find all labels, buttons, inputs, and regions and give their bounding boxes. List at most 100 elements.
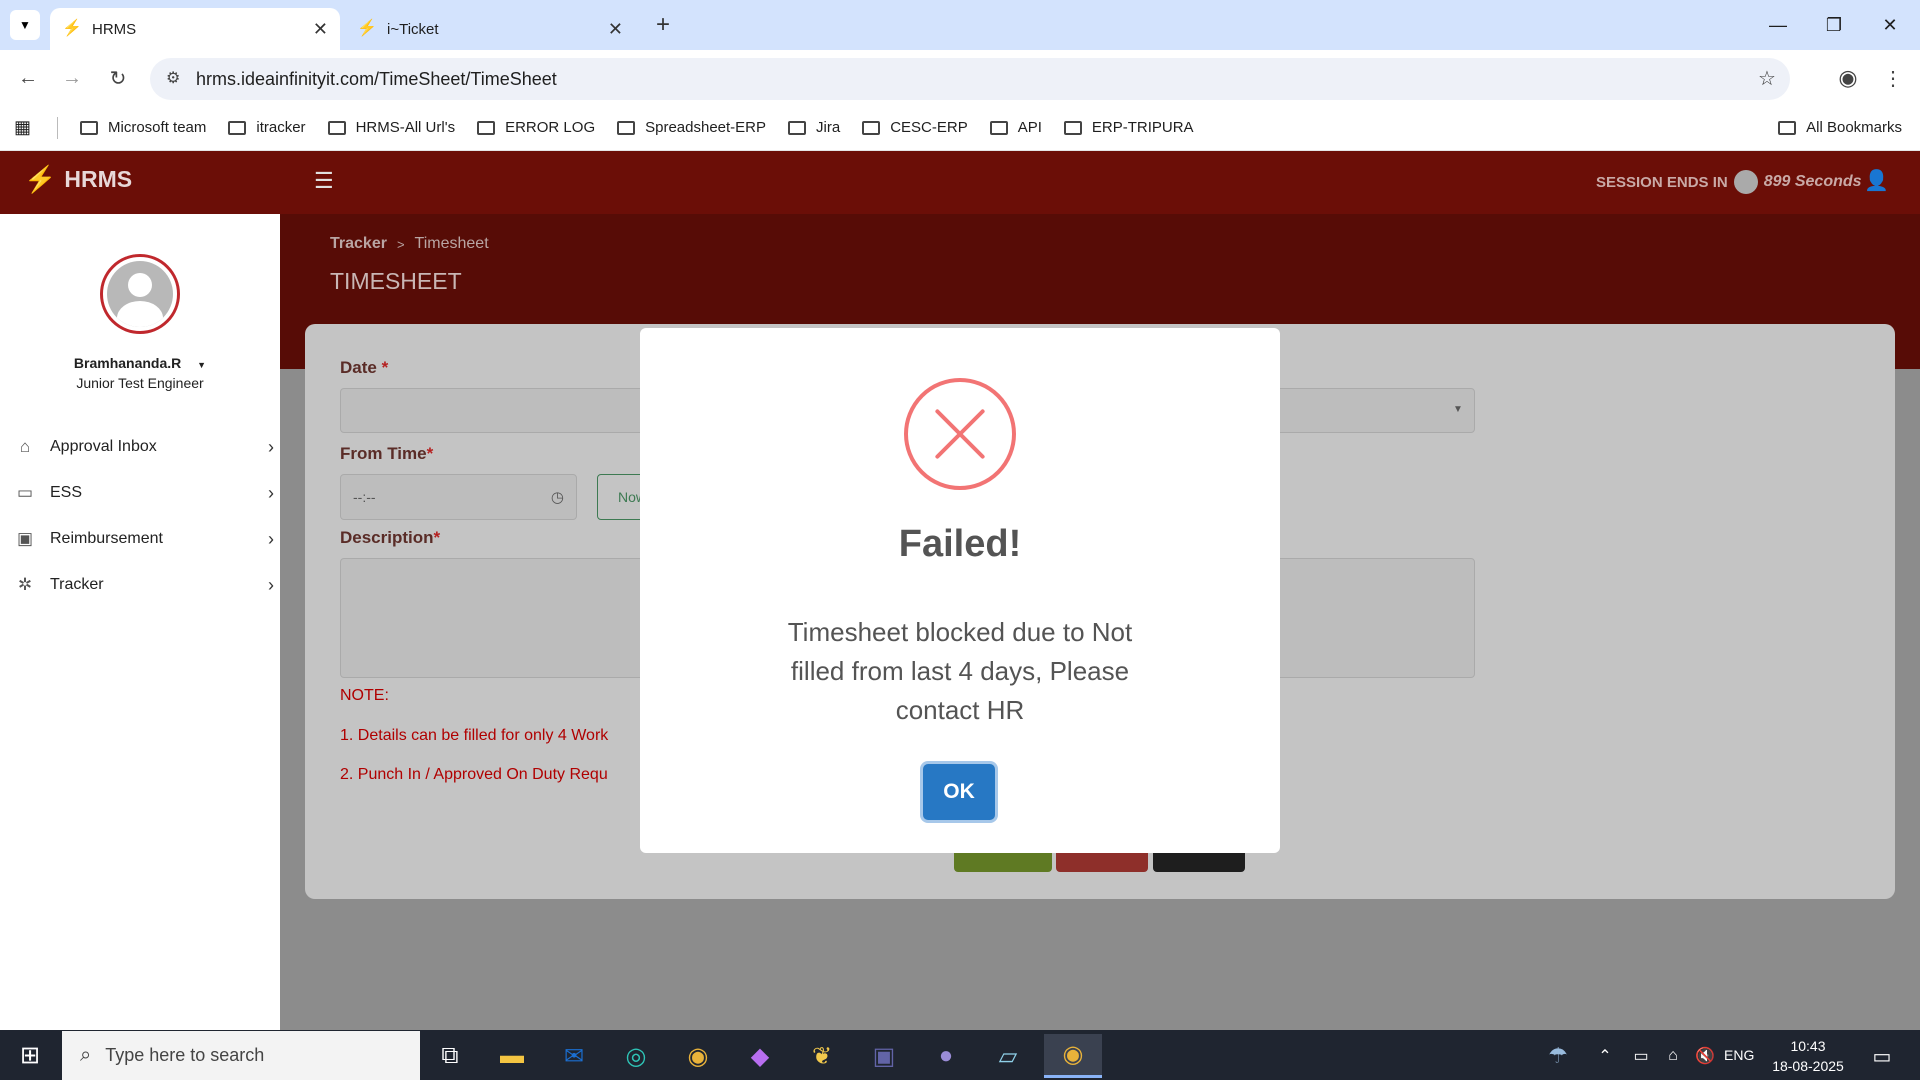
dropdown-caret-icon: ▼ bbox=[1453, 404, 1463, 415]
user-name[interactable]: Bramhananda.R ▼ bbox=[0, 355, 280, 371]
site-info-icon[interactable]: ⚙ bbox=[166, 68, 180, 88]
all-bookmarks[interactable]: All Bookmarks bbox=[1778, 119, 1902, 136]
iticket-favicon-icon: ⚡ bbox=[357, 20, 377, 37]
restore-icon[interactable]: ❐ bbox=[1806, 0, 1862, 50]
bookmark-cesc-erp[interactable]: CESC-ERP bbox=[862, 119, 968, 136]
logo-icon: ⚡ bbox=[24, 164, 57, 194]
avatar[interactable] bbox=[100, 254, 180, 334]
chevron-right-icon: › bbox=[268, 528, 274, 549]
close-tab-icon[interactable]: ✕ bbox=[608, 19, 623, 40]
menu-kebab-icon[interactable]: ⋮ bbox=[1875, 60, 1911, 96]
tab-hrms[interactable]: ⚡ HRMS ✕ bbox=[50, 8, 340, 50]
folder-icon bbox=[989, 120, 1008, 135]
eclipse-icon[interactable]: ● bbox=[920, 1034, 972, 1078]
clock[interactable]: 10:43 18-08-2025 bbox=[1760, 1036, 1856, 1076]
chevron-right-icon: › bbox=[268, 436, 274, 457]
chevron-right-icon: › bbox=[268, 574, 274, 595]
divider bbox=[57, 116, 59, 139]
folder-icon bbox=[228, 120, 247, 135]
bookmark-jira[interactable]: Jira bbox=[788, 119, 840, 136]
notepad-icon[interactable]: ▱ bbox=[982, 1034, 1034, 1078]
breadcrumb: Tracker > Timesheet bbox=[330, 235, 489, 253]
task-view-icon[interactable]: ⧉ bbox=[424, 1034, 476, 1078]
note-heading: NOTE: bbox=[340, 687, 389, 704]
user-avatar-icon bbox=[107, 261, 173, 327]
minimize-icon[interactable]: — bbox=[1750, 0, 1806, 50]
bookmark-spreadsheet-erp[interactable]: Spreadsheet-ERP bbox=[617, 119, 766, 136]
notifications-icon[interactable]: ▭ bbox=[1856, 1034, 1908, 1078]
chrome-icon[interactable]: ◉ bbox=[672, 1034, 724, 1078]
bookmark-microsoft-team[interactable]: Microsoft team bbox=[80, 119, 206, 136]
apps-grid-icon[interactable]: ▦ bbox=[14, 117, 31, 138]
folder-icon bbox=[617, 120, 636, 135]
error-dialog: Failed! Timesheet blocked due to Not fil… bbox=[640, 328, 1280, 853]
bookmark-star-icon[interactable]: ☆ bbox=[1758, 66, 1776, 91]
monitor-icon: ▭ bbox=[16, 483, 34, 502]
battery-icon[interactable]: ▭ bbox=[1628, 1034, 1654, 1078]
bookmark-hrms-all-urls[interactable]: HRMS-All Url's bbox=[327, 119, 455, 136]
back-icon[interactable]: ← bbox=[10, 60, 46, 96]
sidebar-item-approval-inbox[interactable]: ⌂ Approval Inbox › bbox=[14, 432, 274, 462]
home-icon: ⌂ bbox=[19, 437, 31, 456]
bookmark-erp-tripura[interactable]: ERP-TRIPURA bbox=[1063, 119, 1194, 136]
network-icon[interactable]: ⌂ bbox=[1660, 1034, 1686, 1078]
butterfly-app-icon[interactable]: ❦ bbox=[796, 1034, 848, 1078]
clock-icon[interactable]: ◷ bbox=[551, 488, 564, 506]
error-x-icon bbox=[904, 378, 1016, 490]
bookmark-itracker[interactable]: itracker bbox=[228, 119, 306, 136]
language-indicator[interactable]: ENG bbox=[1724, 1047, 1754, 1063]
date-label: Date * bbox=[340, 358, 389, 377]
money-icon: ▣ bbox=[16, 529, 34, 548]
outlook-icon[interactable]: ✉ bbox=[548, 1034, 600, 1078]
hrms-logo[interactable]: ⚡ HRMS bbox=[24, 164, 132, 195]
forward-icon[interactable]: → bbox=[54, 60, 90, 96]
description-label: Description* bbox=[340, 528, 441, 547]
tab-list-button[interactable]: ▼ bbox=[10, 10, 40, 40]
folder-icon bbox=[477, 120, 496, 135]
folder-icon bbox=[788, 120, 807, 135]
new-tab-button[interactable]: + bbox=[650, 10, 676, 40]
copilot-icon[interactable]: ◆ bbox=[734, 1034, 786, 1078]
from-time-label: From Time* bbox=[340, 444, 434, 463]
teams-icon[interactable]: ▣ bbox=[858, 1034, 910, 1078]
chrome-active-icon[interactable]: ◉ bbox=[1044, 1034, 1102, 1078]
page-title: TIMESHEET bbox=[330, 268, 462, 294]
windows-start-icon[interactable]: ⊞ bbox=[0, 1030, 60, 1080]
folder-icon bbox=[1063, 120, 1082, 135]
dialog-title: Failed! bbox=[898, 523, 1022, 565]
user-menu-caret-icon[interactable]: ▼ bbox=[197, 360, 206, 370]
dialog-message: Timesheet blocked due to Not filled from… bbox=[787, 617, 1133, 725]
hamburger-menu-icon[interactable]: ☰ bbox=[314, 168, 334, 194]
file-explorer-icon[interactable]: ▬ bbox=[486, 1034, 538, 1078]
sidebar-item-tracker[interactable]: ✲ Tracker › bbox=[14, 570, 274, 600]
tray-overflow-icon[interactable]: ⌃ bbox=[1592, 1034, 1618, 1078]
folder-icon bbox=[1778, 120, 1797, 135]
breadcrumb-current: Timesheet bbox=[414, 235, 489, 252]
weather-icon[interactable]: ☂ bbox=[1532, 1034, 1584, 1078]
close-window-icon[interactable]: ✕ bbox=[1862, 0, 1918, 50]
ok-button[interactable]: OK bbox=[923, 764, 995, 820]
bookmarks-bar: ▦ Microsoft team itracker HRMS-All Url's… bbox=[0, 105, 1920, 151]
user-profile-icon[interactable]: 👤 bbox=[1864, 168, 1889, 193]
chevron-right-icon: › bbox=[268, 482, 274, 503]
folder-icon bbox=[862, 120, 881, 135]
bookmark-api[interactable]: API bbox=[989, 119, 1042, 136]
volume-muted-icon[interactable]: 🔇 bbox=[1692, 1034, 1718, 1078]
tracker-icon: ✲ bbox=[17, 575, 33, 594]
bookmark-error-log[interactable]: ERROR LOG bbox=[477, 119, 595, 136]
close-tab-icon[interactable]: ✕ bbox=[313, 19, 328, 40]
breadcrumb-tracker[interactable]: Tracker bbox=[330, 235, 387, 253]
tab-iticket[interactable]: ⚡ i~Ticket ✕ bbox=[345, 8, 635, 50]
reload-icon[interactable]: ↻ bbox=[100, 60, 136, 96]
address-bar[interactable]: ⚙ hrms.ideainfinityit.com/TimeSheet/Time… bbox=[150, 58, 1790, 100]
sidebar-item-ess[interactable]: ▭ ESS › bbox=[14, 478, 274, 508]
from-time-input[interactable]: --:-- ◷ bbox=[340, 474, 577, 520]
taskbar-search-input[interactable]: ⌕ Type here to search bbox=[62, 1031, 420, 1080]
profile-icon[interactable]: ◉ bbox=[1830, 60, 1866, 96]
sidebar-item-reimbursement[interactable]: ▣ Reimbursement › bbox=[14, 524, 274, 554]
folder-icon bbox=[327, 120, 346, 135]
edge-icon[interactable]: ◎ bbox=[610, 1034, 662, 1078]
user-role: Junior Test Engineer bbox=[76, 375, 204, 391]
note-line-1: 1. Details can be filled for only 4 Work bbox=[340, 727, 609, 744]
timer-icon bbox=[1733, 170, 1758, 194]
